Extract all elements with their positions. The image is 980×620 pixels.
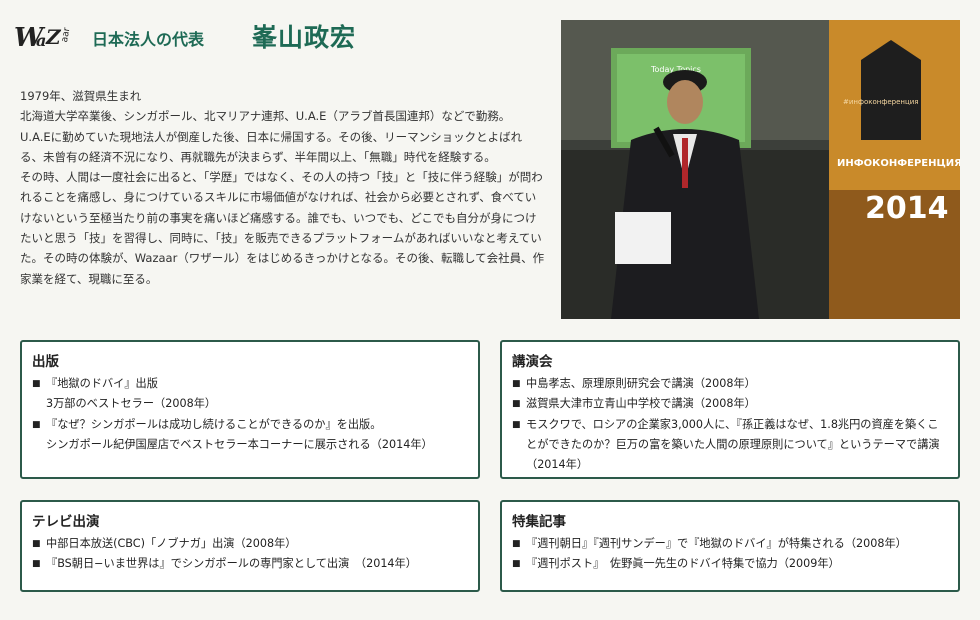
item-text: 『なぜ？シンガポールは成功し続けることができるのか』を出版。 <box>46 417 382 431</box>
wazaar-logo: W a Z aar <box>14 23 72 53</box>
item-text: 『地獄のドバイ』出版 <box>46 377 158 390</box>
section-title: 講演会 <box>512 354 553 370</box>
list-item: 中部日本放送(CBC)「ノブナガ」出演（2008年） <box>32 534 468 555</box>
bio-paragraph: 1979年、滋賀県生まれ <box>20 89 142 103</box>
svg-text:ИНФОКОНФЕРЕНЦИЯ: ИНФОКОНФЕРЕНЦИЯ <box>837 158 960 169</box>
list-item: モスクワで、ロシアの企業家3,000人に、『孫正義はなぜ、1.8兆円の資産を築く… <box>512 415 948 476</box>
list-item: 滋賀県大津市立青山中学校で講演（2008年） <box>512 394 948 415</box>
list-item: 『週刊ポスト』 佐野眞一先生のドバイ特集で協力（2009年） <box>512 554 948 575</box>
list-item: 『週刊朝日』『週刊サンデー』で『地獄のドバイ』が特集される（2008年） <box>512 534 948 555</box>
svg-text:aar: aar <box>60 27 72 44</box>
item-subtext: シンガポール紀伊国屋店でベストセラー本コーナーに展示される（2014年） <box>46 437 433 451</box>
role-title: 日本法人の代表 <box>92 30 205 49</box>
speaker-photo: Today Topics #инфоконференция ИНФОКОНФЕР… <box>561 20 960 319</box>
section-title: 出版 <box>32 354 59 370</box>
list-item: 『なぜ？シンガポールは成功し続けることができるのか』を出版。 シンガポール紀伊国… <box>32 415 468 456</box>
list-item: 『BS朝日−いま世界は』でシンガポールの専門家として出演 （2014年） <box>32 554 468 575</box>
feature-articles-section: 特集記事 『週刊朝日』『週刊サンデー』で『地獄のドバイ』が特集される（2008年… <box>500 500 960 592</box>
svg-text:a: a <box>36 31 46 50</box>
section-title: 特集記事 <box>512 514 566 530</box>
svg-text:#инфоконференция: #инфоконференция <box>843 98 919 106</box>
lectures-section: 講演会 中島孝志、原理原則研究会で講演（2008年） 滋賀県大津市立青山中学校で… <box>500 340 960 479</box>
svg-text:2014: 2014 <box>865 191 949 226</box>
item-subtext: 3万部のベストセラー（2008年） <box>46 397 217 411</box>
svg-text:Z: Z <box>45 25 62 49</box>
bio-paragraph: U.A.Eに勤めていた現地法人が倒産した後、日本に帰国する。その後、リーマンショ… <box>20 129 523 164</box>
person-name: 峯山政宏 <box>252 23 357 52</box>
tv-appearances-section: テレビ出演 中部日本放送(CBC)「ノブナガ」出演（2008年） 『BS朝日−い… <box>20 500 480 592</box>
publishing-section: 出版 『地獄のドバイ』出版 3万部のベストセラー（2008年） 『なぜ？シンガポ… <box>20 340 480 479</box>
list-item: 『地獄のドバイ』出版 3万部のベストセラー（2008年） <box>32 374 468 415</box>
biography: 1979年、滋賀県生まれ 北海道大学卒業後、シンガポール、北マリアナ連邦、U.A… <box>20 86 545 289</box>
section-title: テレビ出演 <box>32 514 100 530</box>
bio-paragraph: その時、人間は一度社会に出ると、「学歴」ではなく、その人の持つ「技」と「技に伴う… <box>20 170 545 286</box>
list-item: 中島孝志、原理原則研究会で講演（2008年） <box>512 374 948 395</box>
bio-paragraph: 北海道大学卒業後、シンガポール、北マリアナ連邦、U.A.E（アラブ首長国連邦）な… <box>20 109 511 124</box>
